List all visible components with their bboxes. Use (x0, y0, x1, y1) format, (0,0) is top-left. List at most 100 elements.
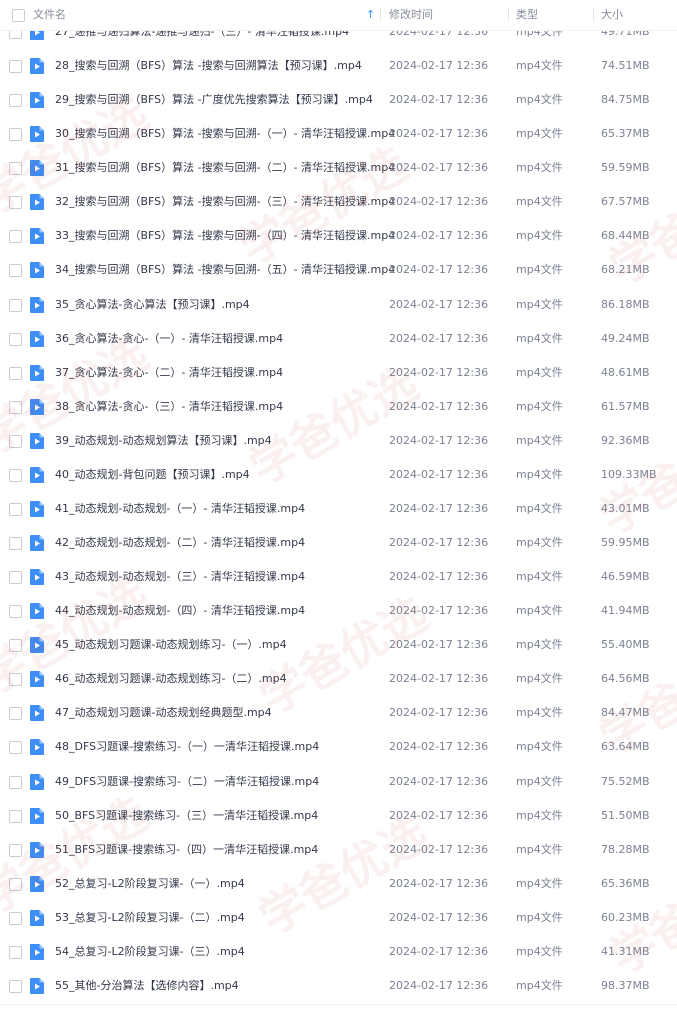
row-checkbox[interactable] (9, 196, 22, 209)
row-checkbox[interactable] (9, 230, 22, 243)
row-checkbox[interactable] (9, 639, 22, 652)
file-row[interactable]: 38_贪心算法-贪心-（三）- 清华汪韬授课.mp4 2024-02-17 12:… (0, 390, 677, 424)
file-name[interactable]: 30_搜索与回溯（BFS）算法 -搜索与回溯-（一）- 清华汪韬授课.mp4 (55, 117, 395, 151)
file-name[interactable]: 50_BFS习题课-搜索练习-（三）一清华汪韬授课.mp4 (55, 799, 318, 833)
row-checkbox[interactable] (9, 162, 22, 175)
file-name[interactable]: 36_贪心算法-贪心-（一）- 清华汪韬授课.mp4 (55, 322, 283, 356)
sort-ascending-icon[interactable]: ↑ (366, 0, 375, 30)
row-checkbox[interactable] (9, 333, 22, 346)
file-row[interactable]: 35_贪心算法-贪心算法【预习课】.mp4 2024-02-17 12:36 mp4… (0, 288, 677, 322)
file-row[interactable]: 39_动态规划-动态规划算法【预习课】.mp4 2024-02-17 12:36 m… (0, 424, 677, 458)
file-name[interactable]: 51_BFS习题课-搜索练习-（四）一清华汪韬授课.mp4 (55, 833, 318, 867)
row-checkbox[interactable] (9, 707, 22, 720)
file-row[interactable]: 53_总复习-L2阶段复习课-（二）.mp4 2024-02-17 12:36 mp… (0, 901, 677, 935)
file-row[interactable]: 33_搜索与回溯（BFS）算法 -搜索与回溯-（四）- 清华汪韬授课.mp4 20… (0, 219, 677, 253)
row-checkbox[interactable] (9, 776, 22, 789)
file-row[interactable]: 30_搜索与回溯（BFS）算法 -搜索与回溯-（一）- 清华汪韬授课.mp4 20… (0, 117, 677, 151)
row-checkbox[interactable] (9, 299, 22, 312)
file-row[interactable]: 36_贪心算法-贪心-（一）- 清华汪韬授课.mp4 2024-02-17 12:… (0, 322, 677, 356)
file-row[interactable]: 47_动态规划习题课-动态规划经典题型.mp4 2024-02-17 12:36 m… (0, 696, 677, 730)
file-type: mp4文件 (516, 570, 563, 583)
file-name[interactable]: 42_动态规划-动态规划-（二）- 清华汪韬授课.mp4 (55, 526, 305, 560)
file-name[interactable]: 37_贪心算法-贪心-（二）- 清华汪韬授课.mp4 (55, 356, 283, 390)
file-name[interactable]: 48_DFS习题课-搜索练习-（一）一清华汪韬授课.mp4 (55, 730, 319, 764)
row-checkbox[interactable] (9, 673, 22, 686)
row-checkbox[interactable] (9, 367, 22, 380)
row-checkbox[interactable] (9, 571, 22, 584)
file-name[interactable]: 39_动态规划-动态规划算法【预习课】.mp4 (55, 424, 272, 458)
file-row[interactable]: 31_搜索与回溯（BFS）算法 -搜索与回溯-（二）- 清华汪韬授课.mp4 20… (0, 151, 677, 185)
file-row[interactable]: 46_动态规划习题课-动态规划练习-（二）.mp4 2024-02-17 12:3… (0, 662, 677, 696)
file-row[interactable]: 50_BFS习题课-搜索练习-（三）一清华汪韬授课.mp4 2024-02-17 … (0, 799, 677, 833)
file-name[interactable]: 41_动态规划-动态规划-（一）- 清华汪韬授课.mp4 (55, 492, 305, 526)
file-modified-date: 2024-02-17 12:36 (389, 672, 489, 685)
file-row[interactable]: 34_搜索与回溯（BFS）算法 -搜索与回溯-（五）- 清华汪韬授课.mp4 20… (0, 253, 677, 287)
column-divider (593, 8, 594, 22)
row-checkbox[interactable] (9, 878, 22, 891)
column-header-name[interactable]: 文件名 (33, 0, 66, 30)
file-row[interactable]: 29_搜索与回溯（BFS）算法 -广度优先搜索算法【预习课】.mp4 2024-0… (0, 83, 677, 117)
row-checkbox[interactable] (9, 435, 22, 448)
file-name[interactable]: 49_DFS习题课-搜索练习-（二）一清华汪韬授课.mp4 (55, 765, 319, 799)
file-name[interactable]: 46_动态规划习题课-动态规划练习-（二）.mp4 (55, 662, 287, 696)
row-checkbox[interactable] (9, 503, 22, 516)
row-checkbox[interactable] (9, 537, 22, 550)
file-row[interactable]: 32_搜索与回溯（BFS）算法 -搜索与回溯-（三）- 清华汪韬授课.mp4 20… (0, 185, 677, 219)
row-checkbox[interactable] (9, 128, 22, 141)
file-row[interactable]: 48_DFS习题课-搜索练习-（一）一清华汪韬授课.mp4 2024-02-17 … (0, 730, 677, 764)
file-size: 49.24MB (601, 332, 650, 345)
row-checkbox[interactable] (9, 264, 22, 277)
file-row[interactable]: 52_总复习-L2阶段复习课-（一）.mp4 2024-02-17 12:36 mp… (0, 867, 677, 901)
row-checkbox[interactable] (9, 946, 22, 959)
file-name[interactable]: 54_总复习-L2阶段复习课-（三）.mp4 (55, 935, 245, 969)
file-row[interactable]: 44_动态规划-动态规划-（四）- 清华汪韬授课.mp4 2024-02-17 1… (0, 594, 677, 628)
file-size: 84.75MB (601, 93, 650, 106)
file-name[interactable]: 28_搜索与回溯（BFS）算法 -搜索与回溯算法【预习课】.mp4 (55, 49, 362, 83)
file-row[interactable]: 28_搜索与回溯（BFS）算法 -搜索与回溯算法【预习课】.mp4 2024-02… (0, 49, 677, 83)
row-checkbox[interactable] (9, 401, 22, 414)
select-all-checkbox[interactable] (12, 9, 25, 22)
file-name[interactable]: 32_搜索与回溯（BFS）算法 -搜索与回溯-（三）- 清华汪韬授课.mp4 (55, 185, 395, 219)
file-type: mp4文件 (516, 740, 563, 753)
row-checkbox[interactable] (9, 810, 22, 823)
file-row[interactable]: 41_动态规划-动态规划-（一）- 清华汪韬授课.mp4 2024-02-17 1… (0, 492, 677, 526)
file-row[interactable]: 49_DFS习题课-搜索练习-（二）一清华汪韬授课.mp4 2024-02-17 … (0, 765, 677, 799)
file-row[interactable]: 37_贪心算法-贪心-（二）- 清华汪韬授课.mp4 2024-02-17 12:… (0, 356, 677, 390)
file-name[interactable]: 40_动态规划-背包问题【预习课】.mp4 (55, 458, 250, 492)
file-name[interactable]: 44_动态规划-动态规划-（四）- 清华汪韬授课.mp4 (55, 594, 305, 628)
file-name[interactable]: 43_动态规划-动态规划-（三）- 清华汪韬授课.mp4 (55, 560, 305, 594)
file-row[interactable]: 43_动态规划-动态规划-（三）- 清华汪韬授课.mp4 2024-02-17 1… (0, 560, 677, 594)
file-size: 64.56MB (601, 672, 650, 685)
row-checkbox[interactable] (9, 741, 22, 754)
file-name[interactable]: 53_总复习-L2阶段复习课-（二）.mp4 (55, 901, 245, 935)
row-checkbox[interactable] (9, 605, 22, 618)
row-checkbox[interactable] (9, 912, 22, 925)
file-name[interactable]: 34_搜索与回溯（BFS）算法 -搜索与回溯-（五）- 清华汪韬授课.mp4 (55, 253, 395, 287)
row-checkbox[interactable] (9, 844, 22, 857)
file-row[interactable]: 45_动态规划习题课-动态规划练习-（一）.mp4 2024-02-17 12:3… (0, 628, 677, 662)
file-row[interactable]: 54_总复习-L2阶段复习课-（三）.mp4 2024-02-17 12:36 mp… (0, 935, 677, 969)
file-row[interactable]: 51_BFS习题课-搜索练习-（四）一清华汪韬授课.mp4 2024-02-17 … (0, 833, 677, 867)
file-name[interactable]: 29_搜索与回溯（BFS）算法 -广度优先搜索算法【预习课】.mp4 (55, 83, 373, 117)
file-name[interactable]: 33_搜索与回溯（BFS）算法 -搜索与回溯-（四）- 清华汪韬授课.mp4 (55, 219, 395, 253)
row-checkbox[interactable] (9, 60, 22, 73)
row-checkbox[interactable] (9, 980, 22, 993)
file-name[interactable]: 55_其他-分治算法【选修内容】.mp4 (55, 969, 239, 1003)
file-name[interactable]: 35_贪心算法-贪心算法【预习课】.mp4 (55, 288, 250, 322)
row-checkbox[interactable] (9, 94, 22, 107)
column-header-type[interactable]: 类型 (516, 0, 538, 30)
column-header-modified[interactable]: 修改时间 (389, 0, 433, 30)
file-name[interactable]: 47_动态规划习题课-动态规划经典题型.mp4 (55, 696, 272, 730)
file-name[interactable]: 45_动态规划习题课-动态规划练习-（一）.mp4 (55, 628, 287, 662)
file-modified-date: 2024-02-17 12:36 (389, 263, 489, 276)
file-row[interactable]: 42_动态规划-动态规划-（二）- 清华汪韬授课.mp4 2024-02-17 1… (0, 526, 677, 560)
file-name[interactable]: 38_贪心算法-贪心-（三）- 清华汪韬授课.mp4 (55, 390, 283, 424)
row-checkbox[interactable] (9, 469, 22, 482)
column-header-size[interactable]: 大小 (601, 0, 623, 30)
file-row[interactable]: 55_其他-分治算法【选修内容】.mp4 2024-02-17 12:36 mp4文… (0, 969, 677, 1003)
file-row[interactable]: 40_动态规划-背包问题【预习课】.mp4 2024-02-17 12:36 mp4… (0, 458, 677, 492)
file-modified-date: 2024-02-17 12:36 (389, 536, 489, 549)
file-name[interactable]: 52_总复习-L2阶段复习课-（一）.mp4 (55, 867, 245, 901)
file-type: mp4文件 (516, 877, 563, 890)
file-name[interactable]: 31_搜索与回溯（BFS）算法 -搜索与回溯-（二）- 清华汪韬授课.mp4 (55, 151, 395, 185)
